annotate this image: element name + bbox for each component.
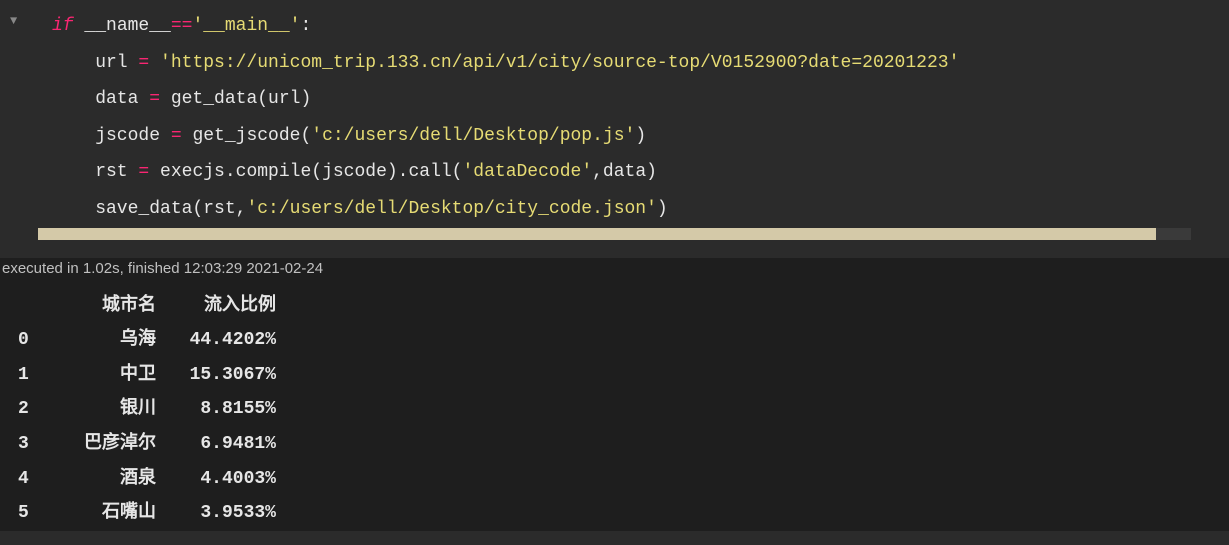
cell-index: 3 (18, 429, 46, 460)
token-string: 'c:/users/dell/Desktop/city_code.json' (246, 199, 656, 219)
token-punct: : (300, 16, 311, 36)
token-call: save_data(rst, (52, 199, 246, 219)
cell-index: 5 (18, 498, 46, 529)
token-string: 'https://unicom_trip.133.cn/api/v1/city/… (149, 53, 959, 73)
output-panel[interactable]: 城市名流入比例 0乌海44.4202% 1中卫15.3067% 2银川8.815… (0, 279, 1229, 531)
table-row: 4酒泉4.4003% (0, 462, 1229, 497)
cell-pct: 8.8155% (156, 394, 276, 425)
cell-city: 酒泉 (46, 464, 156, 495)
code-line[interactable]: jscode = get_jscode('c:/users/dell/Deskt… (0, 118, 1229, 155)
token-operator: = (138, 162, 149, 182)
code-line[interactable]: rst = execjs.compile(jscode).call('dataD… (0, 154, 1229, 191)
execution-status: executed in 1.02s, finished 12:03:29 202… (0, 258, 1229, 279)
table-row: 2银川8.8155% (0, 392, 1229, 427)
header-city: 城市名 (46, 291, 156, 322)
token-operator: = (138, 53, 149, 73)
table-row: 3巴彦淖尔6.9481% (0, 427, 1229, 462)
cell-city: 巴彦淖尔 (46, 429, 156, 460)
fold-marker-icon[interactable]: ▼ (10, 14, 17, 28)
table-header-row: 城市名流入比例 (0, 289, 1229, 324)
token-ident: jscode (52, 126, 171, 146)
scrollbar-thumb[interactable] (38, 228, 1156, 240)
header-index (18, 291, 46, 322)
code-line[interactable]: data = get_data(url) (0, 81, 1229, 118)
code-editor[interactable]: ▼ if __name__=='__main__': url = 'https:… (0, 0, 1229, 258)
cell-pct: 4.4003% (156, 464, 276, 495)
token-call: get_jscode( (182, 126, 312, 146)
cell-pct: 44.4202% (156, 325, 276, 356)
cell-index: 2 (18, 394, 46, 425)
token-string: 'dataDecode' (463, 162, 593, 182)
token-call: ,data) (592, 162, 657, 182)
token-punct: ) (635, 126, 646, 146)
token-ident: url (52, 53, 138, 73)
horizontal-scrollbar[interactable] (38, 228, 1191, 240)
cell-index: 4 (18, 464, 46, 495)
table-row: 5石嘴山3.9533% (0, 496, 1229, 531)
token-call: execjs.compile(jscode).call( (149, 162, 462, 182)
cell-index: 1 (18, 360, 46, 391)
cell-pct: 3.9533% (156, 498, 276, 529)
token-ident: __name__ (74, 16, 171, 36)
cell-city: 中卫 (46, 360, 156, 391)
token-keyword: if (52, 16, 74, 36)
cell-pct: 6.9481% (156, 429, 276, 460)
code-line[interactable]: url = 'https://unicom_trip.133.cn/api/v1… (0, 45, 1229, 82)
table-row: 1中卫15.3067% (0, 358, 1229, 393)
code-line[interactable]: save_data(rst,'c:/users/dell/Desktop/cit… (0, 191, 1229, 228)
token-string: 'c:/users/dell/Desktop/pop.js' (311, 126, 635, 146)
token-ident: data (52, 89, 149, 109)
cell-city: 乌海 (46, 325, 156, 356)
token-string: '__main__' (192, 16, 300, 36)
cell-index: 0 (18, 325, 46, 356)
token-operator: = (149, 89, 160, 109)
token-call: get_data(url) (160, 89, 311, 109)
token-punct: ) (657, 199, 668, 219)
token-operator: = (171, 126, 182, 146)
token-ident: rst (52, 162, 138, 182)
cell-city: 银川 (46, 394, 156, 425)
cell-city: 石嘴山 (46, 498, 156, 529)
code-line[interactable]: if __name__=='__main__': (0, 8, 1229, 45)
token-operator: == (171, 16, 193, 36)
cell-pct: 15.3067% (156, 360, 276, 391)
table-row: 0乌海44.4202% (0, 323, 1229, 358)
header-ratio: 流入比例 (156, 291, 276, 322)
